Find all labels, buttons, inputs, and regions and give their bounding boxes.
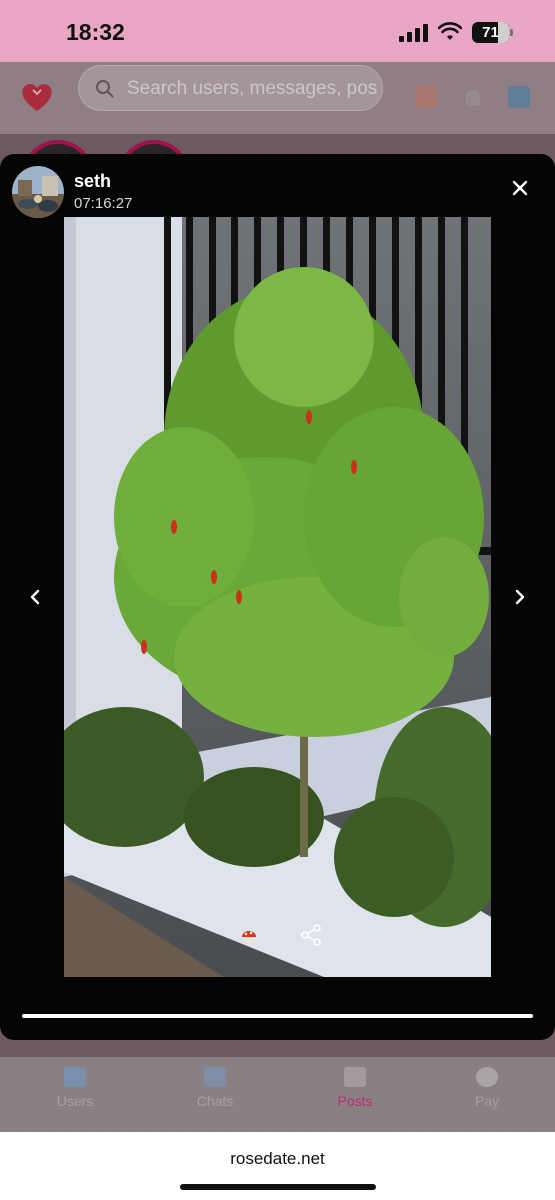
nav-item-chats[interactable]: Chats [170, 1067, 260, 1109]
avatar[interactable] [12, 166, 64, 218]
wifi-icon [438, 22, 462, 40]
heart-logo-icon[interactable] [20, 80, 54, 114]
close-icon[interactable] [506, 174, 534, 202]
battery-percent: 71 [482, 24, 499, 41]
story-viewer: seth 07:16:27 [0, 154, 555, 1040]
story-progress-fill [22, 1014, 533, 1018]
nav-label: Users [56, 1093, 94, 1109]
search-input[interactable]: Search users, messages, posts [127, 78, 377, 100]
post-timestamp: 07:16:27 [74, 195, 133, 212]
chevron-right-icon[interactable] [507, 584, 533, 610]
search-icon [96, 80, 114, 98]
browser-bar: rosedate.net [0, 1132, 555, 1200]
chats-icon [204, 1067, 226, 1087]
nav-item-posts[interactable]: Posts [310, 1067, 400, 1109]
share-icon[interactable] [299, 923, 323, 947]
profile-icon[interactable] [508, 86, 530, 108]
app-header: Search users, messages, posts [0, 62, 555, 134]
pay-icon [476, 1067, 498, 1087]
nav-label: Chats [196, 1093, 234, 1109]
story-progress-bar [22, 1014, 533, 1018]
mushroom-reaction-icon[interactable] [240, 928, 258, 946]
username[interactable]: seth [74, 171, 111, 192]
url-bar[interactable]: rosedate.net [0, 1149, 555, 1169]
bottom-nav: Users Chats Posts Pay [0, 1057, 555, 1132]
home-indicator [180, 1184, 376, 1190]
nav-item-pay[interactable]: Pay [442, 1067, 532, 1109]
nav-label: Pay [474, 1093, 500, 1109]
posts-icon [344, 1067, 366, 1087]
post-photo[interactable] [64, 217, 491, 977]
cellular-signal-icon [399, 24, 429, 42]
battery-icon: 71 [472, 22, 514, 43]
status-bar: 18:32 71 [0, 0, 555, 62]
users-icon [64, 1067, 86, 1087]
status-time: 18:32 [66, 19, 125, 45]
bell-icon[interactable] [466, 90, 480, 106]
chevron-left-icon[interactable] [22, 584, 48, 610]
search-bar[interactable]: Search users, messages, posts [78, 65, 383, 111]
nav-item-users[interactable]: Users [30, 1067, 120, 1109]
gallery-icon[interactable] [415, 86, 437, 108]
nav-label: Posts [337, 1093, 373, 1109]
